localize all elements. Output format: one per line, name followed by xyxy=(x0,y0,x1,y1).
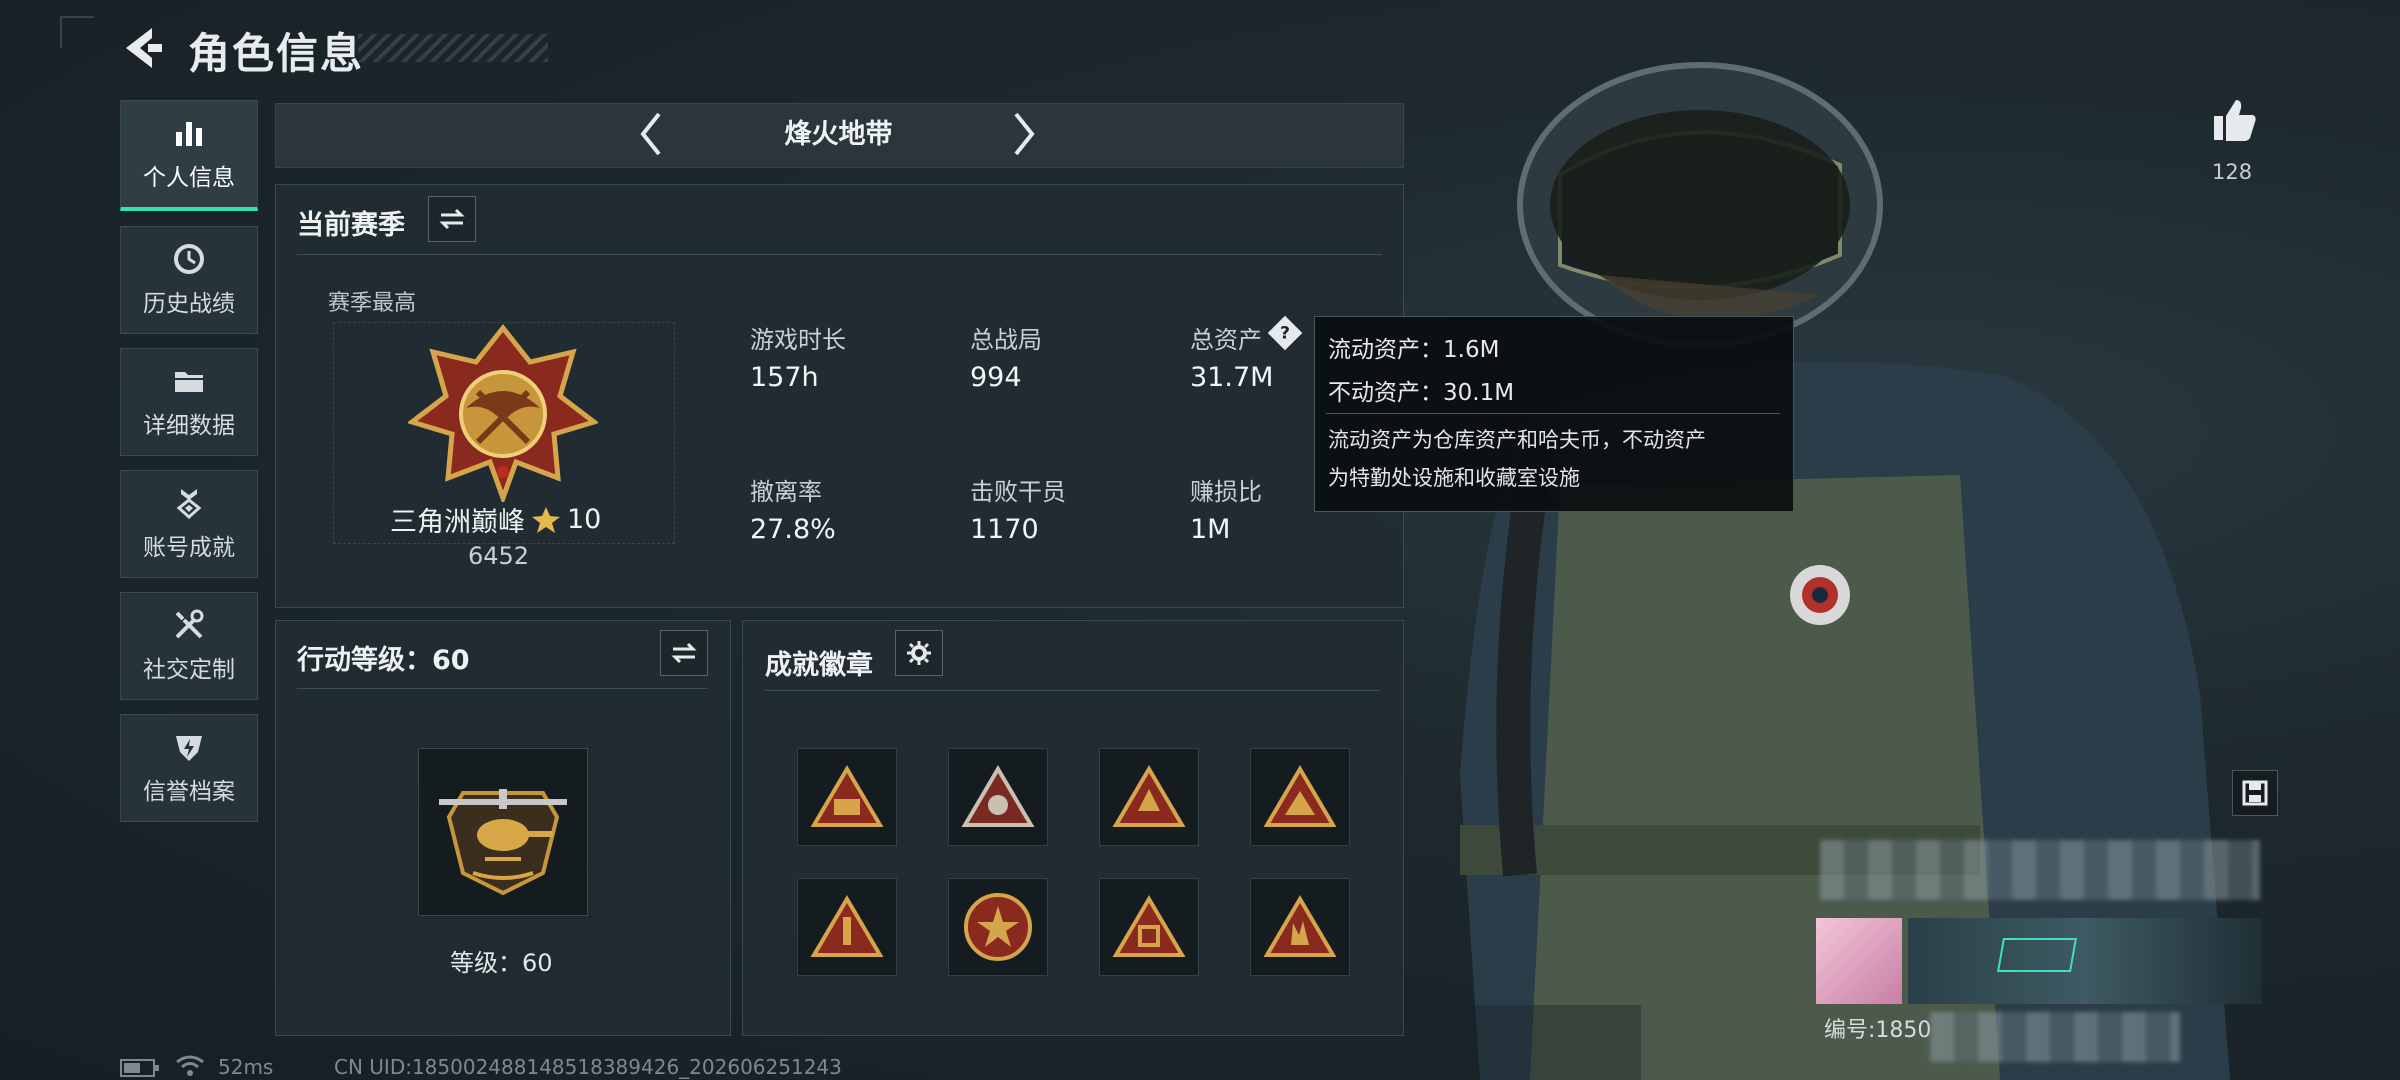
medal-icon xyxy=(176,489,202,520)
achievement-badge[interactable] xyxy=(1250,748,1350,846)
stat-value: 1M xyxy=(1190,514,1231,545)
stat-label: 撤离率 xyxy=(750,478,822,506)
tools-icon xyxy=(175,609,204,639)
player-id: 编号:1850 xyxy=(1824,1018,1932,1043)
star-icon xyxy=(532,506,560,533)
thumbs-up-icon[interactable] xyxy=(2212,98,2258,144)
ping-text: 52ms xyxy=(218,1055,274,1079)
stat-label: 总战局 xyxy=(970,326,1042,354)
stat-value: 1170 xyxy=(970,514,1039,545)
chevron-right-icon[interactable] xyxy=(1010,110,1038,158)
rank-emblem-icon xyxy=(408,323,598,502)
rank-name: 三角洲巅峰 xyxy=(390,507,525,538)
swap-icon xyxy=(671,642,697,664)
divider xyxy=(297,688,707,689)
season-switch-button[interactable] xyxy=(428,196,476,242)
sidebar-item-detail-data[interactable]: 详细数据 xyxy=(120,348,258,456)
achievement-badge[interactable] xyxy=(948,878,1048,976)
player-card-banner xyxy=(1908,918,2262,1004)
stat-value: 27.8% xyxy=(750,514,836,545)
achievements-settings-button[interactable] xyxy=(895,630,943,676)
tooltip-liquid-assets: 流动资产：1.6M xyxy=(1328,337,1500,363)
save-button[interactable] xyxy=(2232,770,2278,816)
delta-force-logo xyxy=(1997,938,2077,972)
stat-label: 总资产 xyxy=(1190,326,1262,354)
uid-text: CN UID:185002488148518389426_20260625124… xyxy=(334,1055,842,1079)
tooltip-description-line2: 为特勤处设施和收藏室设施 xyxy=(1328,466,1580,490)
round-badge-icon xyxy=(964,893,1032,961)
triangle-badge-icon xyxy=(961,765,1035,827)
folder-icon xyxy=(175,372,203,392)
divider xyxy=(297,254,1382,255)
mode-title: 烽火地带 xyxy=(784,119,893,150)
battery-icon xyxy=(120,1059,159,1077)
player-id-obscured xyxy=(1930,1012,2180,1062)
tooltip-description-line1: 流动资产为仓库资产和哈夫币，不动资产 xyxy=(1328,428,1706,452)
rank-stars: 10 xyxy=(567,504,602,535)
stat-value: 31.7M xyxy=(1190,362,1274,393)
achievement-badge[interactable] xyxy=(1099,748,1199,846)
wifi-icon xyxy=(176,1055,204,1076)
triangle-badge-icon xyxy=(810,765,884,827)
stat-value: 157h xyxy=(750,362,819,393)
corner-decoration xyxy=(60,16,94,48)
tooltip-fixed-assets: 不动资产：30.1M xyxy=(1328,380,1515,406)
season-title: 当前赛季 xyxy=(297,210,405,241)
triangle-badge-icon xyxy=(1263,895,1337,957)
page-title: 角色信息 xyxy=(188,29,365,78)
rank-score: 6452 xyxy=(468,542,530,570)
save-icon xyxy=(2242,780,2268,806)
gear-icon xyxy=(907,641,931,665)
stat-label: 赚损比 xyxy=(1190,478,1262,506)
achievement-badge[interactable] xyxy=(1099,878,1199,976)
stat-label: 击败干员 xyxy=(970,478,1066,506)
rank-name-row: 三角洲巅峰 10 xyxy=(390,500,601,539)
action-level-switch-button[interactable] xyxy=(660,630,708,676)
triangle-badge-icon xyxy=(810,895,884,957)
sidebar-item-social[interactable]: 社交定制 xyxy=(120,592,258,700)
player-name-obscured xyxy=(1820,840,2260,900)
action-level-emblem-frame xyxy=(418,748,588,916)
achievement-badge[interactable] xyxy=(1250,878,1350,976)
helicopter-emblem-icon xyxy=(439,789,567,896)
stat-label: 游戏时长 xyxy=(750,326,846,354)
achievements-title: 成就徽章 xyxy=(765,650,873,681)
achievement-badge[interactable] xyxy=(797,878,897,976)
divider xyxy=(1326,413,1780,414)
title-decoration xyxy=(358,34,548,62)
sidebar-item-label: 详细数据 xyxy=(143,413,235,439)
triangle-badge-icon xyxy=(1263,765,1337,827)
level-text: 等级：60 xyxy=(450,949,553,977)
sidebar-item-label: 社交定制 xyxy=(143,657,235,683)
likes-count: 128 xyxy=(2212,160,2253,184)
sidebar-item-label: 个人信息 xyxy=(143,165,235,191)
stat-value: 994 xyxy=(970,362,1022,393)
bar-chart-icon xyxy=(176,122,202,146)
sidebar-item-history[interactable]: 历史战绩 xyxy=(120,226,258,334)
sidebar-item-label: 历史战绩 xyxy=(143,291,235,317)
back-arrow-icon[interactable] xyxy=(118,24,168,72)
player-avatar[interactable] xyxy=(1816,918,1902,1004)
season-best-label: 赛季最高 xyxy=(328,291,417,316)
divider xyxy=(765,690,1380,691)
swap-icon xyxy=(439,208,465,230)
shield-icon xyxy=(176,736,202,761)
triangle-badge-icon xyxy=(1112,765,1186,827)
sidebar-item-reputation[interactable]: 信誉档案 xyxy=(120,714,258,822)
sidebar-item-achievements[interactable]: 账号成就 xyxy=(120,470,258,578)
triangle-badge-icon xyxy=(1112,895,1186,957)
action-level-title: 行动等级：60 xyxy=(297,645,470,676)
sidebar-item-label: 账号成就 xyxy=(143,535,235,561)
achievement-badge[interactable] xyxy=(797,748,897,846)
clock-icon xyxy=(174,244,204,274)
achievement-badge[interactable] xyxy=(948,748,1048,846)
sidebar-item-label: 信誉档案 xyxy=(143,779,235,805)
sidebar-item-personal-info[interactable]: 个人信息 xyxy=(120,100,258,211)
